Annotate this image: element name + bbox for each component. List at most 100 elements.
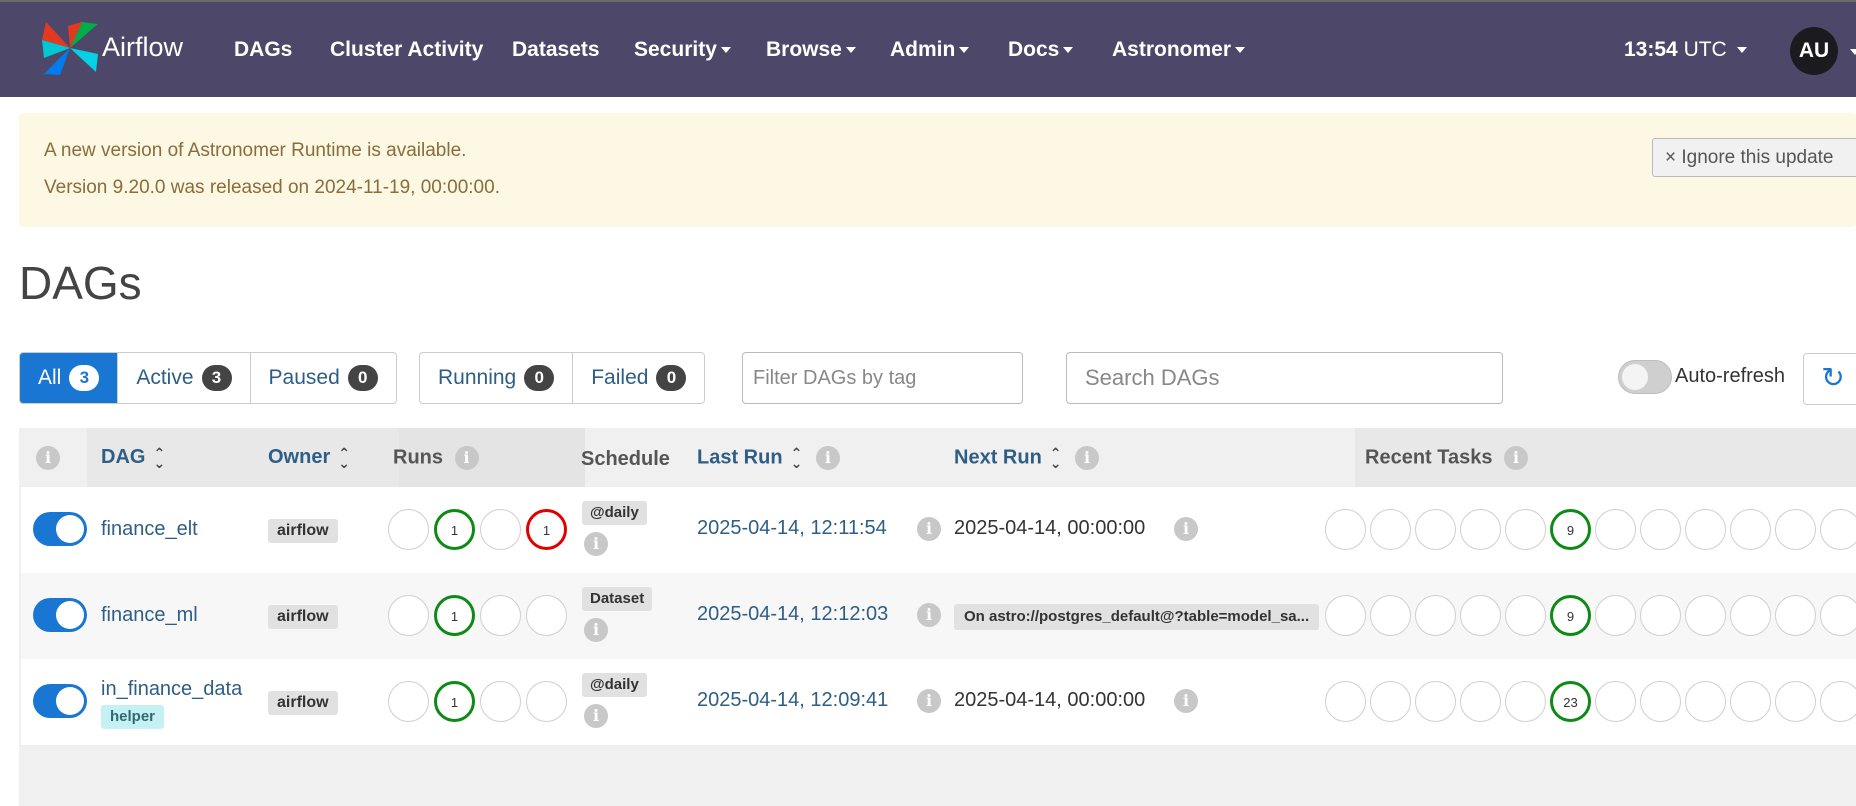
info-icon[interactable]: i: [1504, 446, 1529, 470]
info-icon[interactable]: i: [36, 446, 60, 470]
task-state-circle-success[interactable]: 9: [1550, 509, 1591, 550]
last-run-link[interactable]: 2025-04-14, 12:12:03: [697, 603, 888, 626]
task-state-circle-none[interactable]: [1640, 681, 1681, 722]
run-state-circle-failed[interactable]: 1: [526, 509, 567, 550]
task-state-circle-none[interactable]: [1505, 681, 1546, 722]
last-run-link[interactable]: 2025-04-14, 12:09:41: [697, 689, 888, 712]
owner-badge[interactable]: airflow: [268, 605, 338, 629]
next-run-dataset-badge[interactable]: On astro://postgres_default@?table=model…: [954, 604, 1320, 630]
run-state-circle-none[interactable]: [388, 681, 429, 722]
task-state-circle-none[interactable]: [1505, 509, 1546, 550]
dag-id-link[interactable]: finance_elt: [101, 518, 198, 541]
run-state-circle-success[interactable]: 1: [434, 509, 475, 550]
info-icon[interactable]: i: [917, 603, 941, 627]
task-state-circle-none[interactable]: [1685, 509, 1726, 550]
info-icon[interactable]: i: [454, 446, 479, 470]
task-state-circle-none[interactable]: [1325, 509, 1366, 550]
info-icon[interactable]: i: [917, 517, 941, 541]
task-state-circle-none[interactable]: [1820, 595, 1856, 636]
owner-badge[interactable]: airflow: [268, 691, 338, 715]
task-state-circle-none[interactable]: [1370, 595, 1411, 636]
info-icon[interactable]: i: [584, 618, 608, 642]
run-state-circle-success[interactable]: 1: [434, 681, 475, 722]
task-state-circle-none[interactable]: [1685, 595, 1726, 636]
filter-running[interactable]: Running 0: [420, 353, 574, 403]
task-state-circle-none[interactable]: [1595, 681, 1636, 722]
refresh-button[interactable]: ↻: [1803, 353, 1856, 405]
info-icon[interactable]: i: [584, 532, 608, 556]
info-icon[interactable]: i: [917, 689, 941, 713]
task-state-circle-none[interactable]: [1730, 681, 1771, 722]
task-state-circle-success[interactable]: 23: [1550, 681, 1591, 722]
task-state-circle-none[interactable]: [1415, 681, 1456, 722]
header-last-run[interactable]: Last Run ⌃ ⌄ i: [697, 446, 840, 470]
header-owner[interactable]: Owner ⌃ ⌄: [268, 446, 350, 470]
task-state-circle-none[interactable]: [1505, 595, 1546, 636]
run-state-circle-success[interactable]: 1: [434, 595, 475, 636]
dag-id-link[interactable]: in_finance_data: [101, 678, 242, 701]
dag-tag[interactable]: helper: [101, 705, 165, 729]
nav-security[interactable]: Security: [634, 38, 731, 62]
run-state-circle-none[interactable]: [480, 509, 521, 550]
task-state-circle-none[interactable]: [1460, 509, 1501, 550]
task-state-circle-none[interactable]: [1460, 681, 1501, 722]
nav-datasets[interactable]: Datasets: [512, 38, 600, 62]
task-state-circle-none[interactable]: [1415, 595, 1456, 636]
task-state-circle-none[interactable]: [1640, 509, 1681, 550]
task-state-circle-none[interactable]: [1595, 509, 1636, 550]
task-state-circle-none[interactable]: [1595, 595, 1636, 636]
run-state-circle-none[interactable]: [480, 595, 521, 636]
tag-filter-input[interactable]: [742, 352, 1023, 404]
task-state-circle-success[interactable]: 9: [1550, 595, 1591, 636]
timezone-clock[interactable]: 13:54 UTC: [1624, 38, 1747, 62]
filter-all[interactable]: All 3: [20, 353, 119, 403]
nav-cluster-activity[interactable]: Cluster Activity: [330, 38, 483, 62]
airflow-logo-icon[interactable]: [40, 20, 100, 76]
task-state-circle-none[interactable]: [1775, 681, 1816, 722]
task-state-circle-none[interactable]: [1820, 509, 1856, 550]
nav-astronomer[interactable]: Astronomer: [1112, 38, 1246, 62]
owner-badge[interactable]: airflow: [268, 519, 338, 543]
dag-pause-toggle[interactable]: [33, 684, 87, 718]
task-state-circle-none[interactable]: [1325, 595, 1366, 636]
task-state-circle-none[interactable]: [1640, 595, 1681, 636]
task-state-circle-none[interactable]: [1370, 681, 1411, 722]
dag-pause-toggle[interactable]: [33, 512, 87, 546]
task-state-circle-none[interactable]: [1730, 595, 1771, 636]
run-state-circle-none[interactable]: [388, 595, 429, 636]
ignore-update-button[interactable]: × Ignore this update: [1652, 138, 1856, 177]
filter-failed[interactable]: Failed 0: [573, 353, 704, 403]
task-state-circle-none[interactable]: [1820, 681, 1856, 722]
brand-name[interactable]: Airflow: [102, 32, 183, 63]
dag-id-link[interactable]: finance_ml: [101, 604, 198, 627]
dag-pause-toggle[interactable]: [33, 598, 87, 632]
auto-refresh-toggle[interactable]: [1618, 360, 1672, 394]
nav-dags[interactable]: DAGs: [234, 38, 292, 62]
header-dag[interactable]: DAG ⌃ ⌄: [101, 446, 165, 470]
task-state-circle-none[interactable]: [1460, 595, 1501, 636]
task-state-circle-none[interactable]: [1370, 509, 1411, 550]
filter-paused[interactable]: Paused 0: [251, 353, 396, 403]
info-icon[interactable]: i: [815, 446, 840, 470]
filter-active[interactable]: Active 3: [118, 353, 251, 403]
info-icon[interactable]: i: [1075, 446, 1100, 470]
task-state-circle-none[interactable]: [1685, 681, 1726, 722]
nav-browse[interactable]: Browse: [766, 38, 856, 62]
task-state-circle-none[interactable]: [1415, 509, 1456, 550]
run-state-circle-none[interactable]: [480, 681, 521, 722]
info-icon[interactable]: i: [584, 704, 608, 728]
info-icon[interactable]: i: [1174, 689, 1198, 713]
search-dags-input[interactable]: [1066, 352, 1503, 404]
task-state-circle-none[interactable]: [1730, 509, 1771, 550]
run-state-circle-none[interactable]: [388, 509, 429, 550]
last-run-link[interactable]: 2025-04-14, 12:11:54: [697, 517, 887, 540]
nav-admin[interactable]: Admin: [890, 38, 970, 62]
run-state-circle-none[interactable]: [526, 595, 567, 636]
run-state-circle-none[interactable]: [526, 681, 567, 722]
user-avatar[interactable]: AU: [1790, 27, 1838, 75]
task-state-circle-none[interactable]: [1775, 595, 1816, 636]
info-icon[interactable]: i: [1174, 517, 1198, 541]
header-next-run[interactable]: Next Run ⌃ ⌄ i: [954, 446, 1100, 470]
nav-docs[interactable]: Docs: [1008, 38, 1074, 62]
chevron-down-icon[interactable]: [1850, 49, 1856, 55]
